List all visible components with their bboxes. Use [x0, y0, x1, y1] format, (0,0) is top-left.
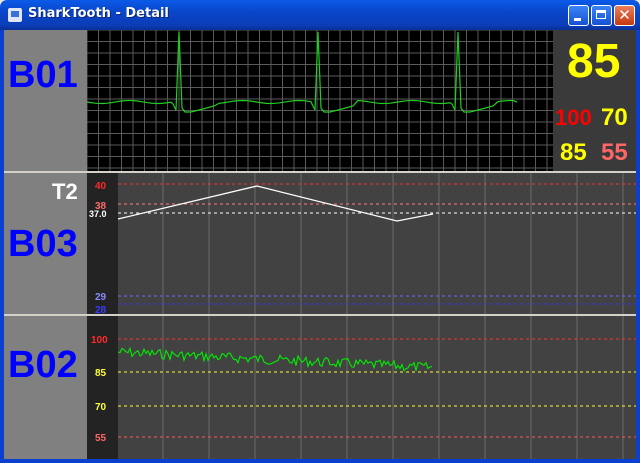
window-title: SharkTooth - Detail [28, 6, 169, 21]
alarm-low-value: 55 [601, 139, 628, 166]
main-value: 85 [567, 35, 621, 88]
ecg-trace [87, 31, 518, 113]
bed-label: B02 [8, 344, 78, 386]
maximize-button[interactable] [591, 5, 612, 26]
trend-grid [162, 316, 624, 459]
bed-label-area: T2 B03 [4, 173, 87, 314]
monitor-panel-b02: B02 100 85 70 55 [4, 316, 636, 459]
tick-label: 28 [95, 305, 107, 314]
monitor-client-area: B01 85 100 70 85 55 T2 B03 40 38 37.0 29… [4, 30, 636, 459]
bed-label: B01 [8, 54, 78, 96]
tick-label: 29 [95, 292, 107, 303]
tick-label: 40 [95, 181, 107, 192]
spo2-trend: 100 85 70 55 [87, 316, 636, 459]
tick-label: 37.0 [89, 209, 107, 219]
close-icon: ✕ [618, 6, 631, 24]
tick-label: 85 [95, 368, 107, 379]
bed-label: B03 [8, 223, 78, 265]
close-button[interactable]: ✕ [614, 5, 635, 26]
trend-grid [162, 173, 624, 314]
app-window: SharkTooth - Detail ✕ B01 85 100 70 85 5… [0, 0, 640, 463]
secondary-value: 70 [601, 104, 628, 131]
spo2-trace [117, 346, 433, 372]
temperature-trend: 40 38 37.0 29 28 [87, 173, 636, 314]
monitor-panel-b03: T2 B03 40 38 37.0 29 28 [4, 173, 636, 314]
window-frame-left [0, 30, 4, 463]
bed-label-area: B02 [4, 316, 87, 459]
maximize-icon [596, 10, 606, 19]
ecg-waveform [87, 30, 553, 171]
tick-label: 55 [95, 433, 107, 444]
parameter-label: T2 [52, 179, 78, 204]
tick-label: 100 [91, 335, 108, 346]
minimize-icon [574, 18, 581, 21]
bed-label-area: B01 [4, 30, 87, 171]
minimize-button[interactable] [568, 5, 589, 26]
vitals-readout: 85 100 70 85 55 [553, 30, 636, 171]
ecg-grid [87, 30, 553, 171]
spo2-trend-area: 100 85 70 55 [87, 316, 636, 459]
alarm-high-value: 100 [555, 105, 592, 130]
ecg-waveform-area [87, 30, 553, 171]
temperature-trend-area: 40 38 37.0 29 28 [87, 173, 636, 314]
monitor-panel-b01: B01 85 100 70 85 55 [4, 30, 636, 171]
window-frame-right [636, 30, 640, 463]
tick-label: 70 [95, 402, 107, 413]
window-frame-bottom [0, 459, 640, 463]
tertiary-value: 85 [560, 139, 587, 166]
app-icon[interactable] [8, 8, 22, 22]
title-bar[interactable]: SharkTooth - Detail ✕ [0, 0, 640, 30]
